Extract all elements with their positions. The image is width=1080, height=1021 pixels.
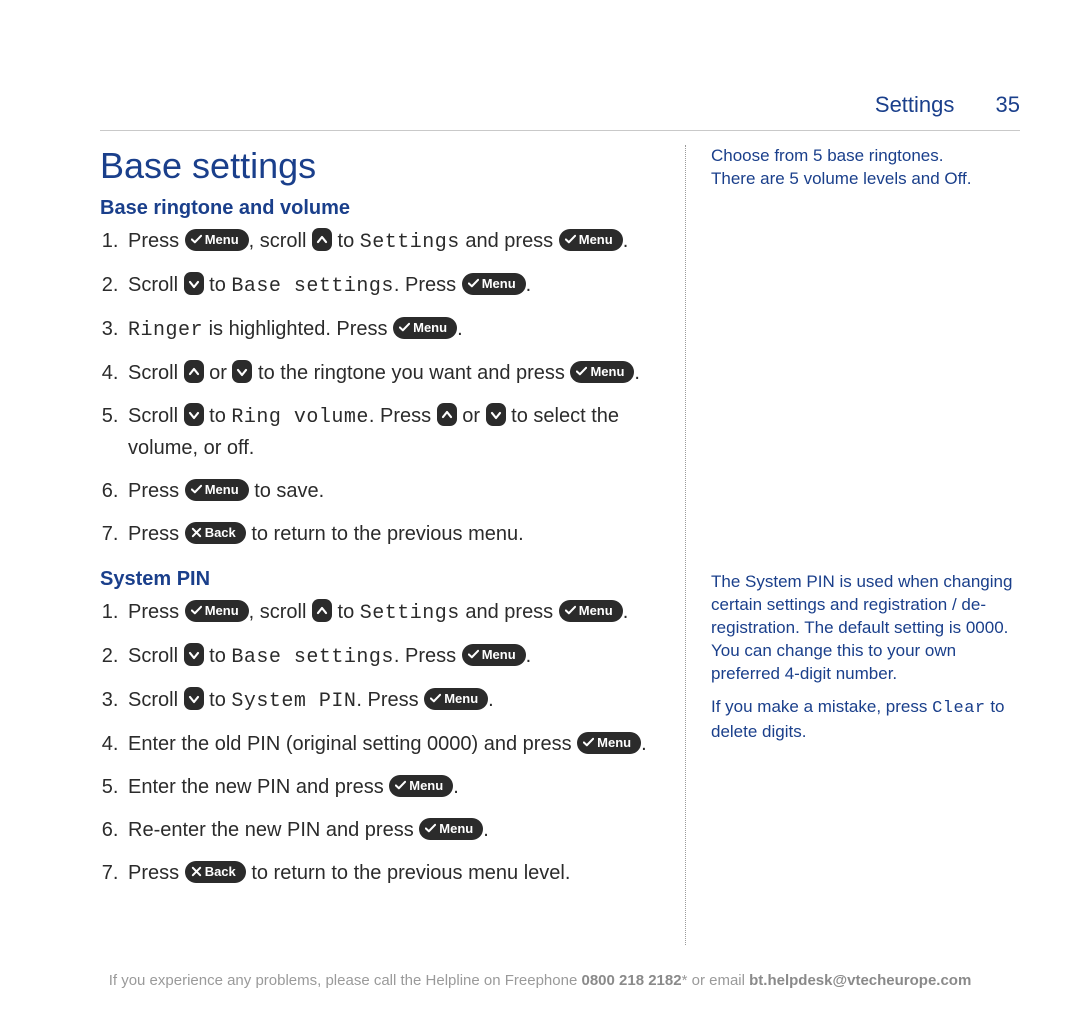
side-note-line: There are 5 volume levels and Off.	[711, 168, 1020, 191]
menu-button-icon: Menu	[185, 479, 249, 501]
check-icon	[565, 605, 576, 616]
menu-button-icon: Menu	[419, 818, 483, 840]
nav-up-icon	[184, 360, 204, 383]
page-footer: If you experience any problems, please c…	[60, 972, 1020, 989]
section-heading-ringtone: Base ringtone and volume	[100, 197, 660, 220]
menu-button-icon: Menu	[462, 644, 526, 666]
list-item: Press Back to return to the previous men…	[124, 519, 660, 550]
nav-down-icon	[232, 360, 252, 383]
check-icon	[425, 823, 436, 834]
list-item: Scroll to Base settings. Press Menu.	[124, 641, 660, 673]
menu-button-icon: Menu	[185, 229, 249, 251]
menu-button-icon: Menu	[185, 600, 249, 622]
header-divider	[100, 130, 1020, 131]
menu-button-icon: Menu	[570, 361, 634, 383]
menu-button-icon: Menu	[424, 688, 488, 710]
section-name: Settings	[875, 92, 955, 117]
main-column: Base settings Base ringtone and volume P…	[100, 145, 685, 945]
check-icon	[583, 737, 594, 748]
menu-button-icon: Menu	[577, 732, 641, 754]
side-note-line: Choose from 5 base ringtones.	[711, 145, 1020, 168]
side-note-paragraph: If you make a mistake, press Clear to de…	[711, 696, 1020, 744]
side-column: Choose from 5 base ringtones. There are …	[685, 145, 1020, 945]
menu-button-icon: Menu	[393, 317, 457, 339]
menu-button-icon: Menu	[389, 775, 453, 797]
lcd-text: Base settings	[231, 646, 394, 669]
nav-down-icon	[184, 272, 204, 295]
page-header: Settings 35	[875, 92, 1020, 118]
check-icon	[191, 484, 202, 495]
lcd-text: Settings	[360, 231, 460, 254]
nav-up-icon	[312, 599, 332, 622]
back-button-icon: Back	[185, 522, 246, 544]
list-item: Press Menu, scroll to Settings and press…	[124, 597, 660, 629]
nav-down-icon	[184, 687, 204, 710]
cross-icon	[191, 527, 202, 538]
check-icon	[191, 605, 202, 616]
check-icon	[430, 693, 441, 704]
check-icon	[399, 322, 410, 333]
footer-email: bt.helpdesk@vtecheurope.com	[749, 972, 971, 989]
lcd-text: Settings	[360, 602, 460, 625]
nav-down-icon	[184, 643, 204, 666]
check-icon	[576, 366, 587, 377]
list-item: Scroll to Base settings. Press Menu.	[124, 270, 660, 302]
list-item: Press Menu, scroll to Settings and press…	[124, 226, 660, 258]
nav-down-icon	[184, 403, 204, 426]
check-icon	[191, 234, 202, 245]
steps-ringtone: Press Menu, scroll to Settings and press…	[100, 226, 660, 550]
steps-systempin: Press Menu, scroll to Settings and press…	[100, 597, 660, 889]
nav-up-icon	[437, 403, 457, 426]
list-item: Press Back to return to the previous men…	[124, 858, 660, 889]
check-icon	[395, 780, 406, 791]
back-button-icon: Back	[185, 861, 246, 883]
side-note-paragraph: The System PIN is used when changing cer…	[711, 571, 1020, 686]
list-item: Re-enter the new PIN and press Menu.	[124, 815, 660, 846]
cross-icon	[191, 866, 202, 877]
nav-down-icon	[486, 403, 506, 426]
side-note-ringtone: Choose from 5 base ringtones. There are …	[711, 145, 1020, 191]
lcd-text: System PIN	[231, 690, 356, 713]
list-item: Enter the old PIN (original setting 0000…	[124, 729, 660, 760]
check-icon	[468, 278, 479, 289]
lcd-text: Ringer	[128, 319, 203, 342]
section-heading-systempin: System PIN	[100, 568, 660, 591]
list-item: Enter the new PIN and press Menu.	[124, 772, 660, 803]
side-note-systempin: The System PIN is used when changing cer…	[711, 571, 1020, 744]
menu-button-icon: Menu	[559, 229, 623, 251]
menu-button-icon: Menu	[559, 600, 623, 622]
page-number: 35	[996, 92, 1020, 117]
list-item: Ringer is highlighted. Press Menu.	[124, 314, 660, 346]
menu-button-icon: Menu	[462, 273, 526, 295]
lcd-text: Clear	[932, 699, 986, 718]
lcd-text: Ring volume	[231, 406, 369, 429]
list-item: Scroll to System PIN. Press Menu.	[124, 685, 660, 717]
page-title: Base settings	[100, 145, 660, 187]
lcd-text: Base settings	[231, 275, 394, 298]
check-icon	[565, 234, 576, 245]
footer-phone: 0800 218 2182	[581, 972, 681, 989]
list-item: Scroll to Ring volume. Press or to selec…	[124, 401, 660, 464]
list-item: Press Menu to save.	[124, 476, 660, 507]
nav-up-icon	[312, 228, 332, 251]
check-icon	[468, 649, 479, 660]
list-item: Scroll or to the ringtone you want and p…	[124, 358, 660, 389]
